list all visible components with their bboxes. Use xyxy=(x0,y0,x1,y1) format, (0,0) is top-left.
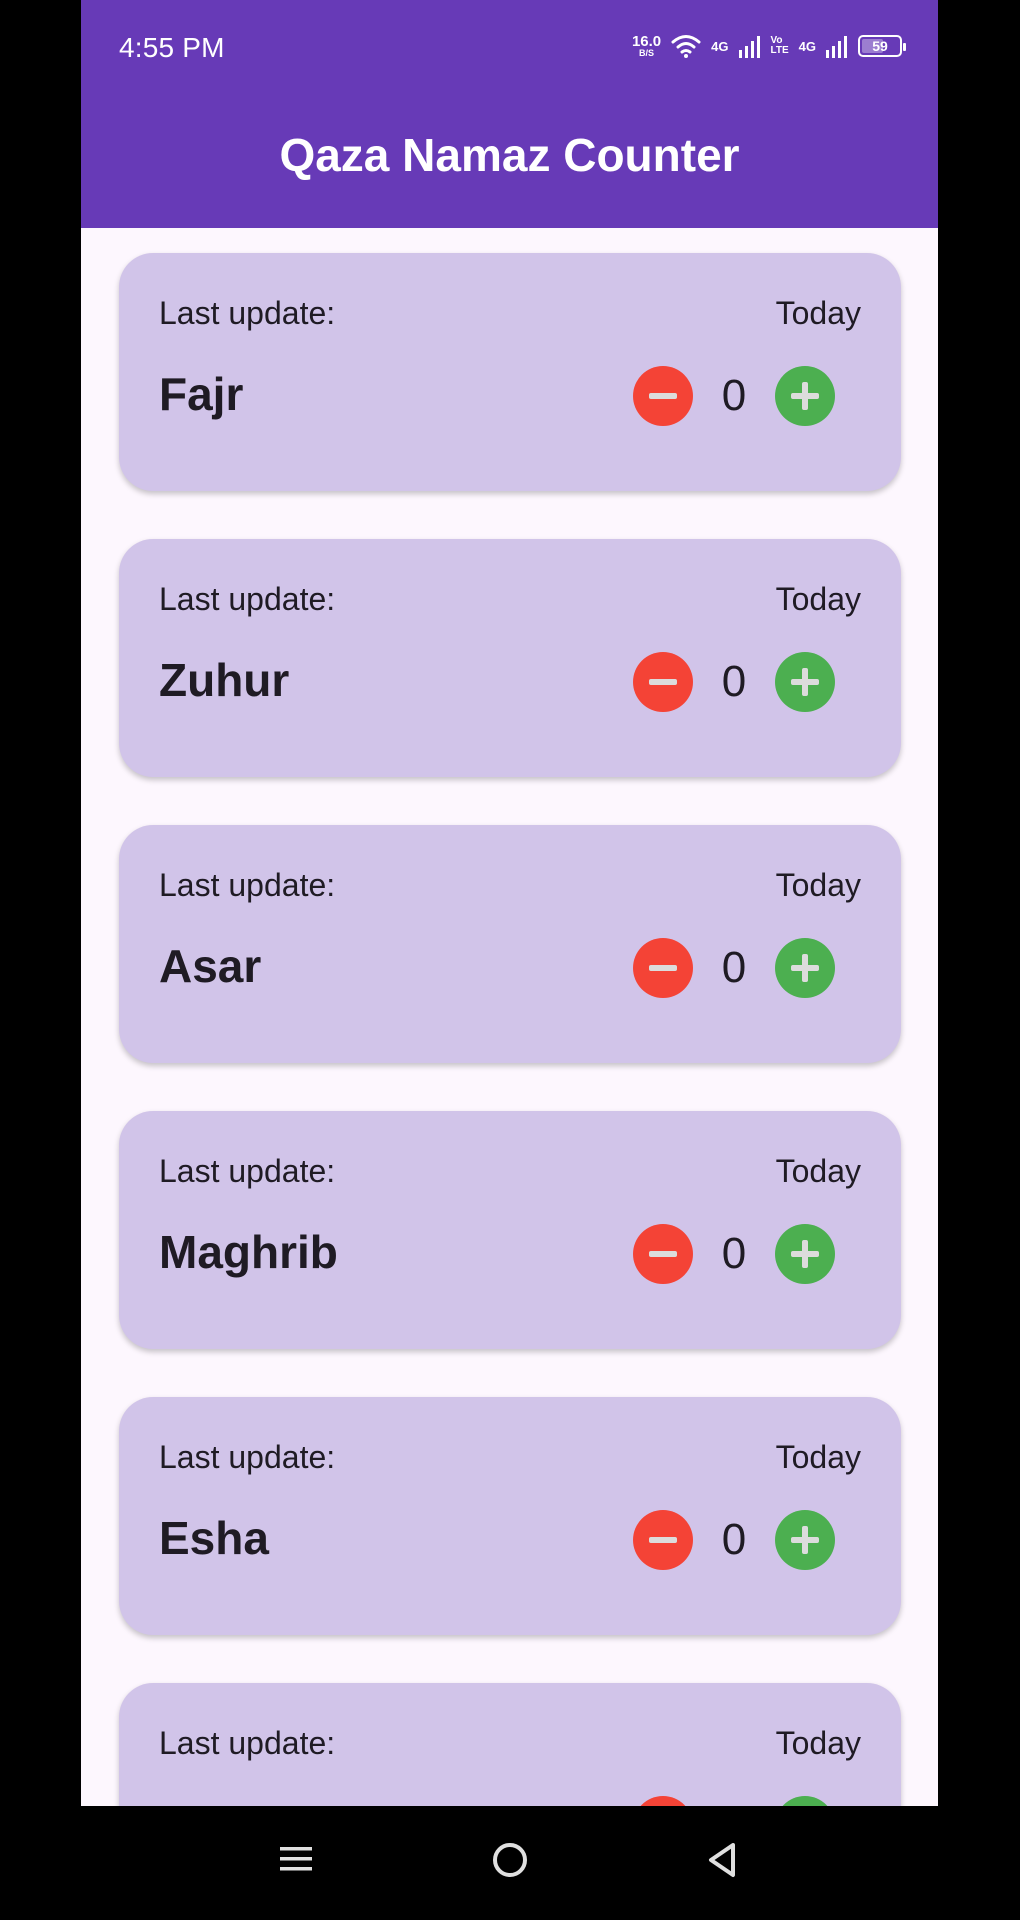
count-value: 0 xyxy=(721,1515,747,1564)
prayer-name: Asar xyxy=(159,940,262,992)
minus-icon xyxy=(649,1251,677,1257)
page-title: Qaza Namaz Counter xyxy=(279,129,740,181)
volte-indicator: Vo LTE xyxy=(770,35,789,57)
minus-icon xyxy=(649,393,677,399)
plus-icon-vertical xyxy=(802,668,808,696)
menu-icon[interactable] xyxy=(278,1841,314,1877)
back-triangle-icon[interactable] xyxy=(705,1841,739,1879)
decrement-button[interactable] xyxy=(633,1510,693,1570)
decrement-button[interactable] xyxy=(633,366,693,426)
minus-icon xyxy=(649,679,677,685)
prayer-name: Esha xyxy=(159,1512,269,1564)
prayer-counter: 0 xyxy=(633,1510,835,1570)
signal-bars-icon xyxy=(738,36,760,58)
prayer-card-maghrib: Last update: Today Maghrib 0 xyxy=(119,1111,901,1349)
sim2-network-label: 4G xyxy=(798,38,816,54)
count-value: 0 xyxy=(721,657,747,706)
count-value: 0 xyxy=(721,943,747,992)
increment-button[interactable] xyxy=(775,366,835,426)
prayer-counter xyxy=(633,1796,835,1806)
plus-icon-vertical xyxy=(802,382,808,410)
plus-icon-vertical xyxy=(802,1240,808,1268)
minus-icon xyxy=(649,1537,677,1543)
prayer-name: Zuhur xyxy=(159,654,290,706)
last-update-label: Last update: xyxy=(159,1153,336,1189)
signal-bars-icon xyxy=(826,36,847,58)
increment-button[interactable] xyxy=(775,652,835,712)
increment-button[interactable] xyxy=(775,938,835,998)
last-update-label: Last update: xyxy=(159,1439,336,1475)
prayer-name: Maghrib xyxy=(159,1226,338,1278)
increment-button[interactable] xyxy=(775,1796,835,1806)
wifi-icon xyxy=(671,35,701,58)
plus-icon-vertical xyxy=(802,1526,808,1554)
prayer-card-asar: Last update: Today Asar 0 xyxy=(119,825,901,1063)
prayer-counter: 0 xyxy=(633,366,835,426)
prayer-list: Last update: Today Fajr 0 Last update: T… xyxy=(119,253,901,1806)
last-update-label: Last update: xyxy=(159,1725,336,1761)
last-update-date: Today xyxy=(775,867,861,903)
decrement-button[interactable] xyxy=(633,938,693,998)
prayer-counter: 0 xyxy=(633,652,835,712)
last-update-label: Last update: xyxy=(159,295,336,331)
last-update-label: Last update: xyxy=(159,581,336,617)
sim1-network-label: 4G xyxy=(711,38,729,54)
last-update-date: Today xyxy=(775,1153,861,1189)
status-time: 4:55 PM xyxy=(119,32,225,63)
network-speed-unit: B/S xyxy=(639,48,655,58)
app-bar: 4:55 PM 16.0 B/S 4G Vo LTE 4G 59 Qaza Na… xyxy=(81,0,938,228)
battery-icon: 59 xyxy=(858,35,906,57)
last-update-date: Today xyxy=(775,1439,861,1475)
network-speed-value: 16.0 xyxy=(631,33,662,50)
battery-level: 59 xyxy=(872,38,888,54)
increment-button[interactable] xyxy=(775,1224,835,1284)
prayer-card-zuhur: Last update: Today Zuhur 0 xyxy=(119,539,901,777)
prayer-card-fajr: Last update: Today Fajr 0 xyxy=(119,253,901,491)
network-speed: 16.0 B/S xyxy=(632,34,661,58)
prayer-card-esha: Last update: Today Esha 0 xyxy=(119,1397,901,1635)
last-update-label: Last update: xyxy=(159,867,336,903)
count-value: 0 xyxy=(721,1229,747,1278)
prayer-counter: 0 xyxy=(633,1224,835,1284)
last-update-date: Today xyxy=(775,1725,861,1761)
app-screen: 4:55 PM 16.0 B/S 4G Vo LTE 4G 59 Qaza Na… xyxy=(81,0,938,1806)
home-circle-icon[interactable] xyxy=(491,1841,529,1879)
count-value: 0 xyxy=(721,371,747,420)
prayer-counter: 0 xyxy=(633,938,835,998)
increment-button[interactable] xyxy=(775,1510,835,1570)
last-update-date: Today xyxy=(775,581,861,617)
status-icons: 16.0 B/S 4G Vo LTE 4G 59 xyxy=(632,28,906,64)
prayer-name: Fajr xyxy=(159,368,244,420)
minus-icon xyxy=(649,965,677,971)
decrement-button[interactable] xyxy=(633,1224,693,1284)
decrement-button[interactable] xyxy=(633,652,693,712)
last-update-date: Today xyxy=(775,295,861,331)
volte-bottom: LTE xyxy=(770,45,789,56)
decrement-button[interactable] xyxy=(633,1796,693,1806)
plus-icon-vertical xyxy=(802,954,808,982)
system-nav-bar xyxy=(0,1806,1020,1920)
prayer-card-partial: Last update: Today xyxy=(119,1683,901,1806)
